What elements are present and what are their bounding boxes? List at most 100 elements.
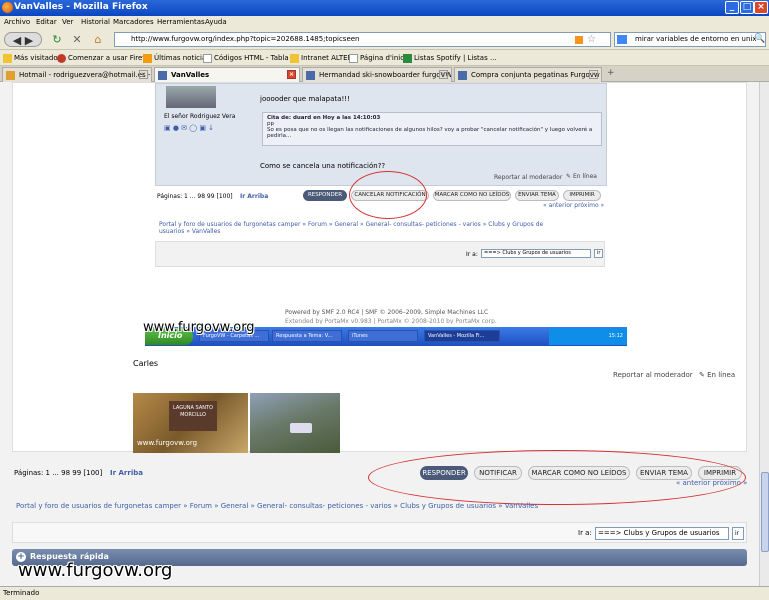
online-label: En línea	[707, 371, 736, 379]
url-input[interactable]: http://www.furgovw.org/index.php?topic=2…	[114, 32, 611, 47]
tab-vanvalles[interactable]: VanValles ×	[154, 67, 300, 82]
close-tab-icon[interactable]: ×	[589, 70, 598, 79]
photo-van-in-water[interactable]	[250, 393, 340, 453]
highlight-ellipse	[368, 450, 746, 505]
bookmark-comenzar[interactable]: Comenzar a usar Firef...	[68, 54, 151, 62]
inner-go-button[interactable]: ir	[594, 249, 603, 258]
page-icon	[349, 54, 358, 63]
forum-select[interactable]: ===> Clubs y Grupos de usuarios	[595, 527, 729, 540]
close-tab-icon[interactable]: ×	[139, 70, 148, 79]
bookmarks-toolbar: Más visitados Comenzar a usar Firef... Ú…	[0, 50, 769, 66]
bookmark-listas-spotify[interactable]: Listas Spotify | Listas ...	[414, 54, 497, 62]
report-link[interactable]: Reportar al moderador	[494, 174, 562, 181]
inner-breadcrumb[interactable]: Portal y foro de usuarios de furgonetas …	[159, 221, 559, 235]
taskbar-item-vanvalles[interactable]: VanValles - Mozilla Fi...	[424, 330, 500, 342]
window-title: VanValles - Mozilla Firefox	[14, 2, 148, 12]
inner-responder-button[interactable]: RESPONDER	[303, 190, 347, 201]
inner-imprimir-button[interactable]: IMPRIMIR	[563, 190, 601, 201]
inner-enviar-tema-button[interactable]: ENVIAR TEMA	[515, 190, 559, 201]
furgovw-icon	[306, 71, 315, 80]
bookmark-star-icon[interactable]: ☆	[587, 34, 596, 45]
menu-marcadores[interactable]: Marcadores	[113, 18, 154, 26]
new-tab-icon[interactable]: +	[607, 68, 615, 78]
menu-historial[interactable]: Historial	[81, 18, 110, 26]
maximize-button[interactable]: □	[740, 1, 754, 14]
reload-icon[interactable]: ↻	[50, 32, 64, 47]
tab-label: VanValles	[171, 71, 210, 79]
pagination[interactable]: Páginas: 1 ... 98 99 [100]	[14, 469, 102, 477]
photo-laguna-sign[interactable]: LAGUNA SANTO MORCILLO www.furgovw.org	[133, 393, 248, 453]
search-input[interactable]: mirar variables de entorno en unix	[614, 32, 766, 47]
window-titlebar: VanValles - Mozilla Firefox _ □ ×	[0, 0, 769, 16]
profile-icons[interactable]: ▣ ● ✉ ◯ ▣ ↓	[164, 124, 214, 132]
tab-hermandad[interactable]: Hermandad ski-snowboarder furgoVW: ... ×	[302, 67, 452, 82]
post-author: El señor Rodriguez Vera	[164, 113, 236, 120]
back-forward-icon[interactable]: ◀ ▶	[4, 32, 42, 47]
menu-bar: Archivo Editar Ver Historial Marcadores …	[0, 16, 769, 29]
jump-to-bar: Ir a: ===> Clubs y Grupos de usuarios ir	[12, 522, 747, 543]
taskbar-item-itunes[interactable]: iTunes	[348, 330, 418, 342]
breadcrumb[interactable]: Portal y foro de usuarios de furgonetas …	[16, 502, 736, 510]
stop-icon[interactable]: ✕	[70, 32, 84, 47]
minimize-button[interactable]: _	[725, 1, 739, 14]
search-icon[interactable]: 🔍	[754, 34, 765, 44]
vanvalles-icon	[158, 71, 167, 80]
vertical-scrollbar[interactable]	[759, 82, 769, 586]
menu-herramientas[interactable]: Herramientas	[157, 18, 205, 26]
navigation-toolbar: ◀ ▶ ↻ ✕ ⌂ http://www.furgovw.org/index.p…	[0, 29, 769, 50]
embedded-screenshot: jooooder que malapata!!! El señor Rodrig…	[145, 83, 627, 345]
bookmark-intranet-alten[interactable]: Intranet ALTEN	[301, 54, 353, 62]
post-image	[166, 86, 216, 108]
home-icon[interactable]: ⌂	[91, 32, 105, 47]
inner-jump-bar: Ir a: ===> Clubs y Grupos de usuarios ir	[155, 241, 605, 267]
menu-editar[interactable]: Editar	[36, 18, 57, 26]
bookmark-codigos-html[interactable]: Códigos HTML - Tabla ...	[214, 54, 298, 62]
status-text: Terminado	[3, 589, 40, 597]
tab-compra-conjunta[interactable]: Compra conjunta pegatinas Furgovw ×	[454, 67, 602, 82]
status-bar: Terminado	[0, 586, 769, 600]
tab-label: Hermandad ski-snowboarder furgoVW: ...	[319, 71, 452, 79]
close-button[interactable]: ×	[754, 1, 768, 14]
content-panel: jooooder que malapata!!! El señor Rodrig…	[12, 82, 747, 453]
taskbar-item-respuesta[interactable]: Respuesta a Tema: V...	[272, 330, 342, 342]
tab-hotmail[interactable]: Hotmail - rodriguezvera@hotmail.es - ...…	[2, 67, 152, 82]
menu-ver[interactable]: Ver	[62, 18, 73, 26]
inner-ir-a-label: Ir a:	[466, 251, 478, 258]
scrollbar-thumb[interactable]	[761, 472, 769, 552]
folder-icon	[3, 54, 12, 63]
menu-ayuda[interactable]: Ayuda	[205, 18, 227, 26]
bookmark-mas-visitados[interactable]: Más visitados	[14, 54, 61, 62]
inner-prev-next[interactable]: « anterior próximo »	[543, 202, 604, 209]
firefox-icon	[2, 2, 13, 13]
post-text: jooooder que malapata!!!	[260, 95, 350, 103]
post-signature: Carles	[133, 359, 159, 368]
tab-label: Hotmail - rodriguezvera@hotmail.es - ...	[19, 71, 152, 79]
sign-board: LAGUNA SANTO MORCILLO	[169, 401, 217, 431]
inner-footer-powered: Powered by SMF 2.0 RC4 | SMF © 2006–2009…	[285, 309, 489, 316]
menu-archivo[interactable]: Archivo	[4, 18, 30, 26]
rss-icon	[143, 54, 152, 63]
bookmark-ultimas-noticias[interactable]: Últimas noticias	[154, 54, 210, 62]
go-button[interactable]: ir	[732, 527, 744, 540]
quote-box: Cita de: duard en Hoy a las 14:10:03 pp …	[262, 112, 602, 146]
close-tab-icon[interactable]: ×	[439, 70, 448, 79]
online-status: ✎ En línea	[566, 173, 597, 180]
rss-icon[interactable]	[575, 36, 583, 44]
bookmark-pagina-dinici[interactable]: Página d'inici	[360, 54, 406, 62]
close-tab-icon[interactable]: ×	[287, 70, 296, 79]
inner-footer-extended: Extended by PortaMx v0.983 | PortaMx © 2…	[285, 318, 497, 324]
inner-marcar-no-leidos-button[interactable]: MARCAR COMO NO LEÍDOS	[433, 190, 511, 201]
inner-ir-arriba[interactable]: Ir Arriba	[240, 193, 268, 200]
inner-pagination[interactable]: Páginas: 1 ... 98 99 [100]	[157, 193, 233, 200]
tab-label: Compra conjunta pegatinas Furgovw	[471, 71, 600, 79]
watermark-lower: www.furgovw.org	[18, 560, 173, 581]
folder-icon	[290, 54, 299, 63]
report-link[interactable]: Reportar al moderador	[613, 371, 693, 379]
firefox-bookmark-icon	[57, 54, 66, 63]
inner-forum-select[interactable]: ===> Clubs y Grupos de usuarios	[481, 249, 591, 258]
google-icon	[617, 35, 627, 44]
furgovw-icon	[458, 71, 467, 80]
ir-a-label: Ir a:	[578, 529, 592, 537]
question-text: Como se cancela una notificación??	[260, 162, 386, 170]
ir-arriba-link[interactable]: Ir Arriba	[110, 469, 143, 477]
